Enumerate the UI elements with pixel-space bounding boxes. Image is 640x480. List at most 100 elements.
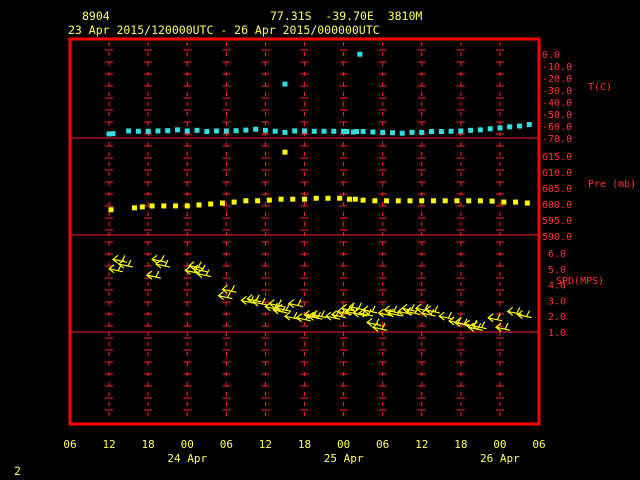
temperature-point (344, 129, 350, 135)
wind-barb (221, 284, 237, 294)
x-tick-label: 12 (259, 438, 272, 451)
temperature-point (357, 51, 363, 57)
wind-barb-flag (496, 313, 501, 321)
temperature-point (126, 128, 132, 134)
wind-barb-flag (410, 304, 415, 311)
y-tick-label: 600.0 (542, 200, 572, 211)
temperature-point (223, 128, 229, 134)
temperature-point (321, 128, 327, 134)
y-tick-label: 605.0 (542, 184, 572, 195)
wind-barb (516, 310, 532, 320)
x-tick-label: 06 (376, 438, 389, 451)
y-axis-title: Pre (mb) (588, 179, 636, 190)
pressure-point (477, 198, 483, 204)
pressure-point (524, 200, 530, 206)
wind-barb-flag (230, 285, 235, 292)
wind-barb-flag (197, 261, 202, 268)
pressure-point (278, 196, 284, 202)
temperature-point (282, 81, 288, 87)
x-date-label: 25 Apr (324, 452, 364, 465)
temperature-point (243, 127, 249, 133)
wind-barb-flag (320, 310, 325, 317)
temperature-point (477, 127, 483, 133)
pressure-point (255, 198, 261, 204)
pressure-point (149, 203, 155, 209)
pressure-point (454, 198, 460, 204)
y-tick-label: -60.0 (542, 122, 572, 133)
temperature-point (184, 128, 190, 134)
y-tick-label: 1.0 (548, 328, 566, 339)
wind-barb-flag (297, 299, 302, 306)
wind-barb-flag (205, 269, 210, 276)
pressure-point (313, 195, 319, 201)
wind-barb (424, 305, 440, 315)
pressure-point (442, 198, 448, 204)
pressure-point (419, 198, 425, 204)
y-tick-label: -70.0 (542, 134, 572, 145)
wind-barb-flag (226, 291, 232, 298)
pressure-point (266, 197, 272, 203)
pressure-point (466, 198, 472, 204)
y-tick-label: -30.0 (542, 86, 572, 97)
x-date-label: 24 Apr (167, 452, 207, 465)
temperature-point (507, 124, 513, 130)
y-tick-label: 615.0 (542, 152, 572, 163)
temperature-point (516, 123, 522, 129)
x-tick-label: 12 (415, 438, 428, 451)
temperature-point (487, 126, 493, 132)
pressure-point (501, 199, 507, 205)
wind-barb-flag (447, 311, 452, 319)
pressure-point (395, 198, 401, 204)
temperature-point (419, 129, 425, 135)
temperature-point (429, 129, 435, 135)
pressure-point (208, 201, 214, 207)
y-tick-label: 595.0 (542, 216, 572, 227)
temperature-point (302, 128, 307, 134)
x-tick-label: 06 (532, 438, 545, 451)
x-date-label: 26 Apr (480, 452, 520, 465)
temperature-series (106, 51, 532, 137)
pressure-point (325, 195, 331, 201)
temperature-point (262, 127, 268, 133)
temperature-point (214, 128, 220, 134)
pressure-point (139, 204, 145, 210)
wind-barb-flag (127, 259, 132, 267)
temperature-point (409, 129, 415, 135)
x-tick-label: 00 (181, 438, 194, 451)
temperature-point (233, 128, 239, 134)
pressure-point (108, 207, 114, 213)
wind-barb-flag (285, 304, 290, 311)
temperature-point (282, 129, 288, 135)
wind-barb-flag (504, 322, 509, 330)
y-axis-title: SPD(MPS) (556, 276, 604, 287)
pressure-point (337, 195, 343, 201)
temperature-point (204, 129, 210, 135)
wind-barb (287, 299, 303, 309)
meteogram-chart: 0.0-10.0-20.0-30.0-40.0-50.0-60.0-70.0 T(… (63, 37, 636, 465)
wind-barb-flag (155, 270, 160, 278)
wind-barb-flag (481, 321, 486, 328)
pressure-point (352, 196, 358, 202)
y-tick-label: -20.0 (542, 74, 572, 85)
y-tick-label: 0.0 (542, 50, 560, 61)
x-tick-label: 06 (220, 438, 233, 451)
wind-barb-flag (393, 305, 398, 313)
temperature-point (110, 131, 116, 137)
temperature-point (468, 127, 474, 133)
wind-barb-flag (371, 305, 376, 313)
temperature-point (438, 129, 444, 135)
temperature-point (311, 128, 317, 134)
temperature-point (253, 126, 259, 132)
x-tick-label: 06 (63, 438, 76, 451)
wind-barb-flag (201, 264, 206, 272)
temperature-point (272, 128, 278, 134)
pressure-point (384, 198, 390, 204)
y-tick-label: 2.0 (548, 312, 566, 323)
temperature-point (360, 129, 366, 135)
wind-barb (506, 306, 522, 316)
temperature-point (174, 127, 180, 133)
wind-barb (268, 299, 284, 309)
wind-barb (217, 291, 233, 301)
pressure-point (219, 200, 225, 206)
x-tick-label: 18 (298, 438, 311, 451)
